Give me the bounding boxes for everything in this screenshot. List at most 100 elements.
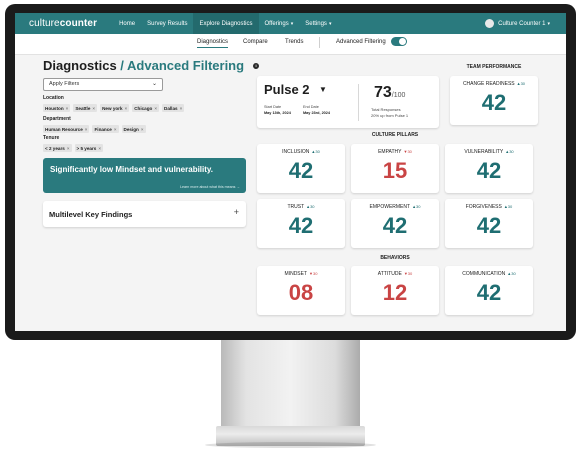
start-date-value: May 13th, 2024 [264,111,291,115]
responses-delta: 20% up from Pulse 1 [371,113,409,118]
filter-chip-finance[interactable]: Finance × [92,125,119,133]
metric-card-inclusion[interactable]: INCLUSION ▲30 42 [257,144,345,193]
caret-down-icon[interactable]: ▼ [319,85,327,94]
metric-label: TRUST [287,204,305,210]
filter-chip-houston[interactable]: Houston × [43,104,71,112]
metric-value: 42 [476,280,502,305]
metric-label: ATTITUDE [377,271,402,277]
metric-value: 08 [288,280,314,305]
close-icon[interactable]: × [141,127,144,132]
filter-label-location: Location [43,95,64,101]
user-menu[interactable]: Culture Counter 1 ▾ [485,19,550,28]
chip-label: < 2 years [45,145,65,151]
trend-down-icon: ▼30 [403,271,413,276]
close-icon[interactable]: × [154,106,157,111]
key-findings-accordion[interactable]: Multilevel Key Findings + [43,201,246,227]
plus-icon[interactable]: + [234,207,239,217]
metric-value: 12 [382,280,408,305]
chip-label: Finance [94,126,112,132]
filter-chip-seattle[interactable]: Seattle × [73,104,98,112]
metric-label: VULNERABILITY [464,149,504,155]
metric-card-empathy[interactable]: EMPATHY ▼30 15 [351,144,439,193]
tab-diagnostics[interactable]: Diagnostics [197,39,229,48]
pulse-score: 73/100 [374,84,405,102]
metric-label: CHANGE READINESS [462,81,515,87]
filter-chip-over-5-years[interactable]: > 5 years × [74,144,103,152]
info-icon[interactable]: i [253,63,259,69]
trend-up-icon: ▲30 [412,204,421,209]
metric-value: 42 [382,213,408,238]
filter-chip-under-2-years[interactable]: < 2 years × [43,144,72,152]
metric-card-empowerment[interactable]: EMPOWERMENT ▲30 42 [351,199,439,248]
metric-value: 42 [476,158,502,183]
brand-logo[interactable]: culturecounter [29,18,97,29]
insight-banner: Significantly low Mindset and vulnerabil… [43,158,246,193]
close-icon[interactable]: × [114,127,117,132]
nav-item-survey-results[interactable]: Survey Results [141,13,193,34]
nav-item-offerings[interactable]: Offerings ▾ [259,13,300,34]
filter-label-department: Department [43,116,71,122]
total-responses-label: Total Responses [371,107,401,112]
metric-card-communication[interactable]: COMMUNICATION ▲30 42 [445,266,533,315]
close-icon[interactable]: × [92,106,95,111]
close-icon[interactable]: × [67,146,70,151]
top-navbar: culturecounter Home Survey Results Explo… [15,13,566,34]
logo-text-culture: culture [29,18,60,29]
close-icon[interactable]: × [85,127,88,132]
metric-header: TRUST ▲30 [257,204,345,210]
metric-card-change-readiness[interactable]: CHANGE READINESS ▲30 42 [450,76,538,125]
close-icon[interactable]: × [125,106,128,111]
filter-chip-human-resource[interactable]: Human Resource × [43,125,90,133]
section-team-performance: TEAM PERFORMANCE [466,64,522,70]
metric-value: 42 [476,213,502,238]
app-screen: culturecounter Home Survey Results Explo… [15,13,566,331]
trend-up-icon: ▲30 [516,81,526,86]
toggle-knob [399,38,406,45]
metric-label: FORGIVENESS [465,204,502,210]
metric-header: COMMUNICATION ▲30 [445,271,533,277]
filter-chip-chicago[interactable]: Chicago × [132,104,160,112]
trend-up-icon: ▲30 [311,149,320,154]
metric-header: EMPOWERMENT ▲30 [351,204,439,210]
chevron-down-icon: ▾ [547,20,550,27]
filter-label-tenure: Tenure [43,135,60,141]
metric-card-vulnerability[interactable]: VULNERABILITY ▲30 42 [445,144,533,193]
chip-label: > 5 years [76,145,97,151]
close-icon[interactable]: × [98,146,101,151]
filter-chip-dallas[interactable]: Dallas × [162,104,185,112]
tab-compare[interactable]: Compare [243,39,268,45]
close-icon[interactable]: × [180,106,183,111]
metric-value: 42 [481,90,507,115]
trend-up-icon: ▲30 [503,204,513,209]
nav-item-settings[interactable]: Settings ▾ [299,13,337,34]
close-icon[interactable]: × [66,106,69,111]
metric-card-mindset[interactable]: MINDSET ▼30 08 [257,266,345,315]
tab-trends[interactable]: Trends [285,39,303,45]
page-title-separator: / [116,58,128,73]
learn-more-link[interactable]: Learn more about what this means → [180,185,240,189]
nav-item-home[interactable]: Home [113,13,141,34]
metric-card-trust[interactable]: TRUST ▲30 42 [257,199,345,248]
pulse-summary-card: Pulse 2 ▼ Start Date May 13th, 2024 End … [257,76,439,128]
end-date-label: End Date [303,105,319,109]
nav-menu: Home Survey Results Explore Diagnostics … [113,13,337,34]
user-name: Culture Counter 1 [498,20,546,27]
apply-filters-select[interactable]: Apply Filters ⌄ [43,78,163,91]
metric-card-forgiveness[interactable]: FORGIVENESS ▲30 42 [445,199,533,248]
logo-text-counter: counter [59,18,98,29]
avatar [485,19,495,28]
chevron-down-icon: ▾ [290,20,294,27]
chip-label: Houston [45,105,64,111]
subnav-divider [319,37,320,48]
metric-value: 42 [288,213,314,238]
filter-chip-design[interactable]: Design × [121,125,146,133]
advanced-filtering-toggle[interactable] [391,37,407,46]
pulse-score-value: 73 [374,84,392,101]
filter-chip-new-york[interactable]: New york × [100,104,130,112]
metric-header: INCLUSION ▲30 [257,149,345,155]
nav-item-explore-diagnostics[interactable]: Explore Diagnostics [193,13,259,34]
chip-label: Chicago [134,105,153,111]
metric-card-attitude[interactable]: ATTITUDE ▼30 12 [351,266,439,315]
nav-item-settings-label: Settings [305,20,327,27]
page-title-accent: Advanced Filtering [127,58,245,73]
